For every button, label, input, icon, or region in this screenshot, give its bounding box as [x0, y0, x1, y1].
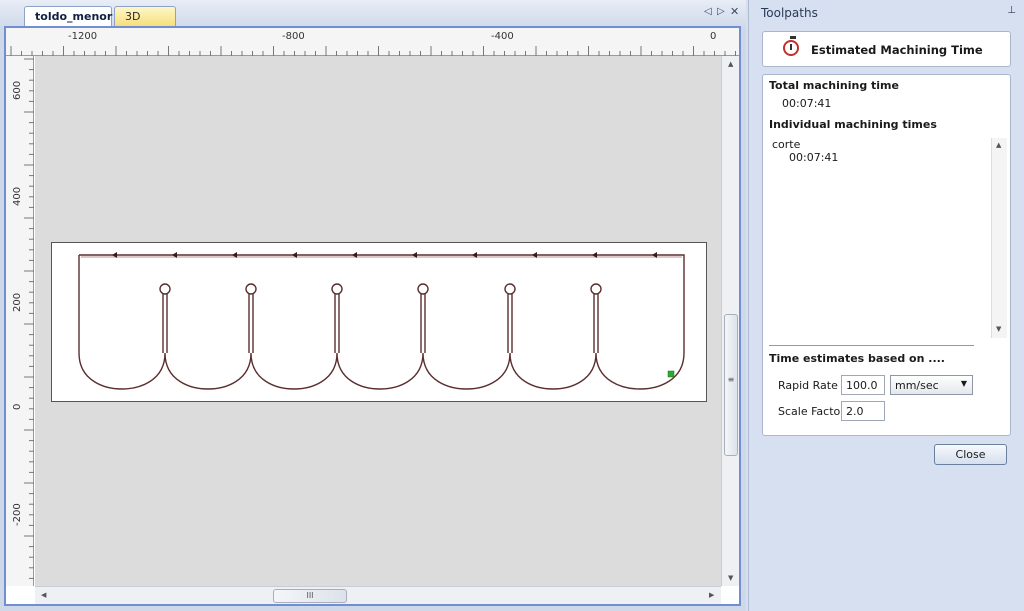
toolpaths-panel: Toolpaths ⊥ Estimated Machining Time Tot…: [748, 0, 1024, 611]
machining-time-content: Total machining time 00:07:41 Individual…: [762, 74, 1011, 436]
tab-next-icon[interactable]: ▷: [717, 6, 725, 17]
ruler-label-left: 400: [12, 186, 23, 206]
view-frame: -1200 -800 -400 0 600 400 200 0 -200 ▲ ≡…: [4, 26, 741, 606]
ruler-label-top: -400: [491, 31, 514, 42]
ruler-label-left: -200: [12, 503, 23, 526]
ruler-label-top: -1200: [68, 31, 98, 42]
estimates-label: Time estimates based on ....: [769, 352, 945, 365]
drawing-canvas[interactable]: [35, 56, 721, 586]
total-time-label: Total machining time: [769, 79, 899, 92]
stopwatch-icon: [783, 36, 799, 56]
design-view-pane: toldo_menor 3D View ◁ ▷ ✕ -1200 -800 -40…: [0, 0, 746, 611]
slot-hole: [331, 283, 343, 295]
chevron-down-icon: ▼: [960, 379, 967, 388]
slot-hole: [504, 283, 516, 295]
toolpath-time: 00:07:41: [789, 151, 839, 164]
tab-3d-view[interactable]: 3D View: [114, 6, 176, 42]
toolpath-name: corte: [772, 138, 801, 151]
slot-hole: [245, 283, 257, 295]
toolpath-outline: [78, 254, 685, 390]
horizontal-ruler: -1200 -800 -400 0: [6, 28, 739, 56]
rapid-rate-unit-value: mm/sec: [895, 379, 939, 392]
toolpath-end-marker: [667, 370, 675, 378]
individual-times-label: Individual machining times: [769, 118, 937, 131]
rapid-rate-input[interactable]: 100.0: [841, 375, 885, 395]
pin-icon[interactable]: ⊥: [1007, 5, 1016, 16]
slot-hole: [159, 283, 171, 295]
tab-toldo-menor[interactable]: toldo_menor: [24, 6, 112, 26]
scroll-down-icon[interactable]: ▼: [728, 574, 733, 582]
rapid-rate-label: Rapid Rate: [778, 379, 838, 392]
scroll-up-icon[interactable]: ▲: [728, 60, 733, 68]
horizontal-ruler-ticks: [10, 46, 736, 56]
panel-header: Estimated Machining Time: [762, 31, 1011, 67]
list-scrollbar[interactable]: ▲ ▼: [991, 138, 1007, 338]
ruler-label-left: 200: [12, 292, 23, 312]
slot-hole: [590, 283, 602, 295]
section-divider: [769, 345, 974, 346]
ruler-label-left: 600: [12, 80, 23, 100]
scroll-left-icon[interactable]: ◀: [41, 591, 46, 599]
vertical-scrollbar[interactable]: ▲ ≡ ▼: [721, 56, 739, 586]
horizontal-scroll-thumb[interactable]: III: [273, 589, 347, 603]
close-button[interactable]: Close: [934, 444, 1007, 465]
rapid-rate-unit-select[interactable]: mm/sec ▼: [890, 375, 973, 395]
horizontal-scrollbar[interactable]: ◀ III ▶: [35, 586, 721, 604]
vertical-scroll-thumb[interactable]: ≡: [724, 314, 738, 456]
list-scroll-down-icon[interactable]: ▼: [996, 325, 1001, 333]
toolpath-preview: [78, 252, 685, 390]
ruler-label-top: 0: [710, 31, 717, 42]
tab-prev-icon[interactable]: ◁: [704, 6, 712, 17]
list-scroll-up-icon[interactable]: ▲: [996, 141, 1001, 149]
scroll-right-icon[interactable]: ▶: [709, 591, 714, 599]
vertical-ruler: 600 400 200 0 -200: [6, 56, 34, 586]
scale-factor-input[interactable]: 2.0: [841, 401, 885, 421]
total-time-value: 00:07:41: [782, 97, 832, 110]
header-title: Estimated Machining Time: [811, 43, 983, 57]
individual-times-list[interactable]: corte 00:07:41: [771, 138, 1007, 338]
panel-title: Toolpaths: [761, 6, 818, 20]
ruler-label-top: -800: [282, 31, 305, 42]
slot-hole: [417, 283, 429, 295]
ruler-label-left: 0: [12, 403, 23, 410]
scale-factor-label: Scale Factor: [778, 405, 845, 418]
close-tab-icon[interactable]: ✕: [730, 5, 739, 18]
document-tab-bar: toldo_menor 3D View ◁ ▷ ✕: [0, 0, 746, 42]
material-workpiece: [51, 242, 707, 402]
